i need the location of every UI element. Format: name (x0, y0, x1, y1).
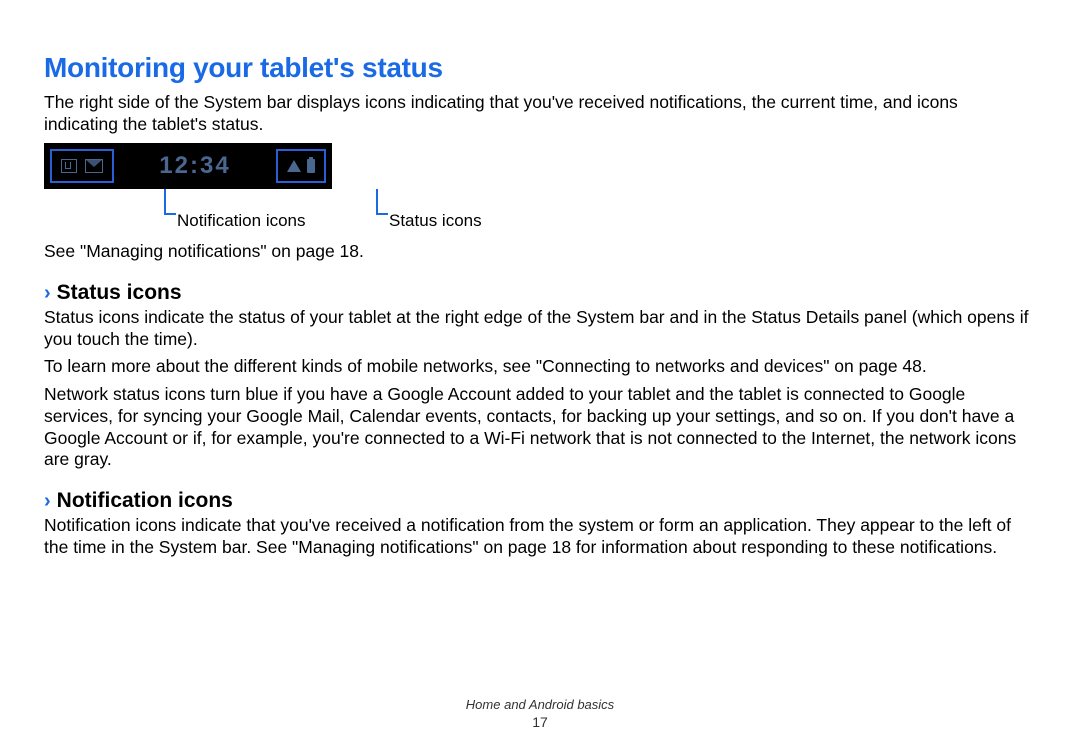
status-icons-group (276, 149, 326, 183)
wifi-icon (287, 160, 301, 172)
status-paragraph-3: Network status icons turn blue if you ha… (44, 384, 1036, 471)
mail-icon (85, 159, 103, 173)
page-footer: Home and Android basics 17 (0, 697, 1080, 730)
battery-icon (307, 159, 315, 173)
subsection-status-icons: › Status icons (44, 281, 1036, 305)
callout-leader-notification (164, 189, 166, 215)
footer-chapter: Home and Android basics (466, 697, 614, 712)
notification-paragraph-1: Notification icons indicate that you've … (44, 515, 1036, 558)
footer-page-number: 17 (0, 714, 1080, 730)
status-paragraph-1: Status icons indicate the status of your… (44, 307, 1036, 350)
intro-paragraph: The right side of the System bar display… (44, 92, 1036, 135)
callout-leader-status (376, 189, 378, 215)
status-paragraph-2: To learn more about the different kinds … (44, 356, 1036, 378)
figure-callouts: Notification icons Status icons (44, 189, 464, 235)
app-notification-icon (61, 159, 77, 173)
callout-label-notification: Notification icons (177, 211, 306, 231)
chevron-right-icon: › (44, 491, 51, 511)
subsection-title: Notification icons (57, 489, 233, 513)
chevron-right-icon: › (44, 283, 51, 303)
callout-label-status: Status icons (389, 211, 482, 231)
system-bar: 12:34 (44, 143, 332, 189)
cross-reference: See "Managing notifications" on page 18. (44, 241, 1036, 263)
clock-display: 12:34 (120, 152, 270, 180)
subsection-title: Status icons (57, 281, 182, 305)
notification-icons-group (50, 149, 114, 183)
system-bar-figure: 12:34 Notification icons Status icons (44, 143, 1036, 235)
page-title: Monitoring your tablet's status (44, 52, 1036, 84)
subsection-notification-icons: › Notification icons (44, 489, 1036, 513)
manual-page: Monitoring your tablet's status The righ… (0, 0, 1080, 756)
